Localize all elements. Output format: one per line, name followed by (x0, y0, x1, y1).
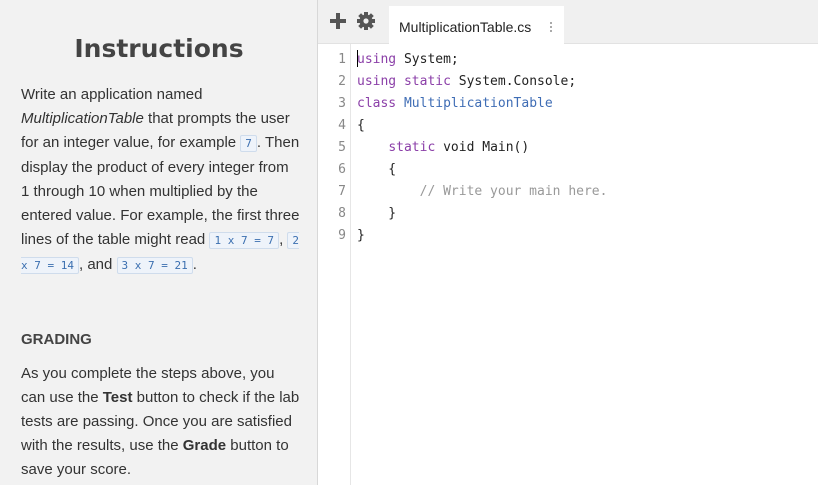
code-text: { (357, 118, 365, 133)
code-text: { (357, 162, 397, 177)
code-line: // Write your main here. (357, 181, 608, 203)
keyword: using static (357, 74, 451, 89)
code-area[interactable]: 1 2 3 4 5 6 7 8 9 using System; using st… (318, 44, 818, 485)
instructions-title: Instructions (74, 34, 244, 63)
inline-code: 1 x 7 = 7 (209, 232, 280, 249)
grading-paragraph: As you complete the steps above, you can… (21, 362, 301, 482)
code-text: } (357, 228, 365, 243)
test-word: Test (102, 389, 133, 406)
code-line: class MultiplicationTable (357, 93, 553, 115)
code-line: } (357, 225, 365, 247)
file-tab-label: MultiplicationTable.cs (399, 19, 532, 35)
keyword: class (357, 96, 397, 111)
text: . Then display the product of every inte… (21, 134, 300, 248)
text: , and (78, 256, 117, 273)
code-text: System; (396, 52, 459, 67)
inline-code: 3 x 7 = 21 (116, 257, 193, 274)
plus-icon-graphic (330, 13, 346, 29)
keyword: static (388, 140, 436, 155)
code-text: } (357, 206, 397, 221)
line-number-gutter: 1 2 3 4 5 6 7 8 9 (318, 44, 351, 485)
code-line: using System; (357, 49, 459, 71)
grade-word: Grade (182, 437, 227, 454)
gear-icon-graphic (357, 12, 375, 30)
code-line: } (357, 203, 396, 225)
gear-icon[interactable] (356, 10, 376, 32)
instructions-panel: Instructions Write an application named … (0, 0, 318, 485)
text: Write an application named (21, 86, 203, 103)
inline-code: 7 (240, 135, 257, 152)
line-number: 5 (338, 140, 346, 155)
code-text: void Main() (435, 140, 530, 155)
line-number: 6 (338, 162, 346, 177)
code-line: { (357, 159, 396, 181)
code-text: System.Console; (450, 74, 577, 89)
text-cursor (357, 50, 358, 67)
line-number: 4 (338, 118, 346, 133)
instructions-paragraph: Write an application named Multiplicatio… (21, 83, 301, 278)
line-number: 8 (338, 206, 346, 221)
line-number: 7 (338, 184, 346, 199)
class-name-text: MultiplicationTable (21, 110, 144, 127)
text: , (279, 231, 284, 248)
code-line: static void Main() (357, 137, 529, 159)
vertical-dots-icon[interactable] (549, 22, 553, 34)
code-line: { (357, 115, 365, 137)
line-number: 1 (338, 52, 346, 67)
file-tab[interactable]: MultiplicationTable.cs (389, 6, 564, 44)
line-number: 3 (338, 96, 346, 111)
plus-icon[interactable] (328, 10, 348, 32)
keyword: using (357, 52, 397, 67)
grading-heading: GRADING (21, 331, 92, 348)
class-name: MultiplicationTable (396, 96, 553, 111)
editor-toolbar: MultiplicationTable.cs (318, 0, 818, 44)
text: . (192, 256, 197, 273)
comment: // Write your main here. (357, 184, 608, 199)
line-number: 9 (338, 228, 346, 243)
code-line: using static System.Console; (357, 71, 576, 93)
line-number: 2 (338, 74, 346, 89)
code-editor-panel: MultiplicationTable.cs 1 2 3 4 5 6 7 8 9… (318, 0, 818, 485)
